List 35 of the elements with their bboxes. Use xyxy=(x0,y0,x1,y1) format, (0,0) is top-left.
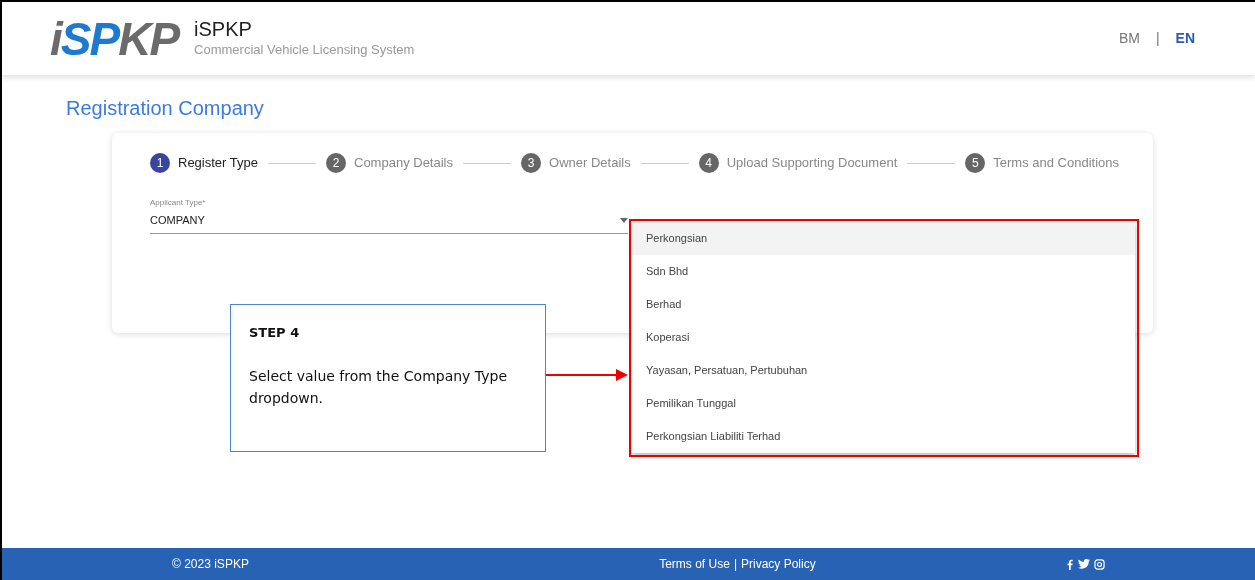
dropdown-option[interactable]: Yayasan, Persatuan, Pertubuhan xyxy=(632,354,1135,387)
step-number[interactable]: 4 xyxy=(698,153,719,173)
logo: iSPKP xyxy=(50,15,179,62)
separator: | xyxy=(733,556,737,573)
step-label[interactable]: Owner Details xyxy=(549,153,631,173)
copyright: © 2023 iSPKP xyxy=(172,556,249,573)
callout-text: Select value from the Company Type dropdown. xyxy=(249,366,508,408)
footer-link[interactable]: Privacy Policy xyxy=(741,555,816,573)
app-subtitle: Commercial Vehicle Licensing System xyxy=(194,40,415,59)
dropdown-option[interactable]: Pemilikan Tunggal xyxy=(632,387,1135,420)
step-number[interactable]: 1 xyxy=(150,153,170,173)
field-label: Applicant Type* xyxy=(150,197,207,209)
step-label[interactable]: Upload Supporting Document xyxy=(726,153,898,173)
step-number[interactable]: 2 xyxy=(326,153,346,173)
step-label[interactable]: Terms and Conditions xyxy=(993,153,1120,173)
applicant-type-select[interactable]: COMPANY xyxy=(150,209,628,234)
facebook-icon[interactable] xyxy=(1066,558,1074,570)
app-title: iSPKP xyxy=(194,17,253,40)
step-number[interactable]: 3 xyxy=(521,153,542,173)
camera-icon[interactable] xyxy=(1094,558,1105,570)
callout-title: STEP 4 xyxy=(249,324,301,342)
footer-link[interactable]: Terms of Use xyxy=(659,555,730,573)
step-number[interactable]: 5 xyxy=(965,153,986,173)
separator: | xyxy=(1155,29,1160,48)
dropdown-option[interactable]: Koperasi xyxy=(632,321,1135,354)
dropdown-option[interactable]: Berhad xyxy=(632,288,1135,321)
dropdown-option[interactable]: Perkongsian xyxy=(632,222,1135,255)
step-label[interactable]: Register Type xyxy=(178,153,258,173)
bird-icon[interactable] xyxy=(1078,559,1090,569)
step-label[interactable]: Company Details xyxy=(354,153,453,173)
dropdown-option[interactable]: Sdn Bhd xyxy=(632,255,1135,288)
dropdown-option[interactable]: Perkongsian Liabiliti Terhad xyxy=(632,420,1135,453)
language-link[interactable]: BM xyxy=(1118,28,1140,49)
language-link[interactable]: EN xyxy=(1175,28,1195,49)
page-title: Registration Company xyxy=(66,96,265,121)
